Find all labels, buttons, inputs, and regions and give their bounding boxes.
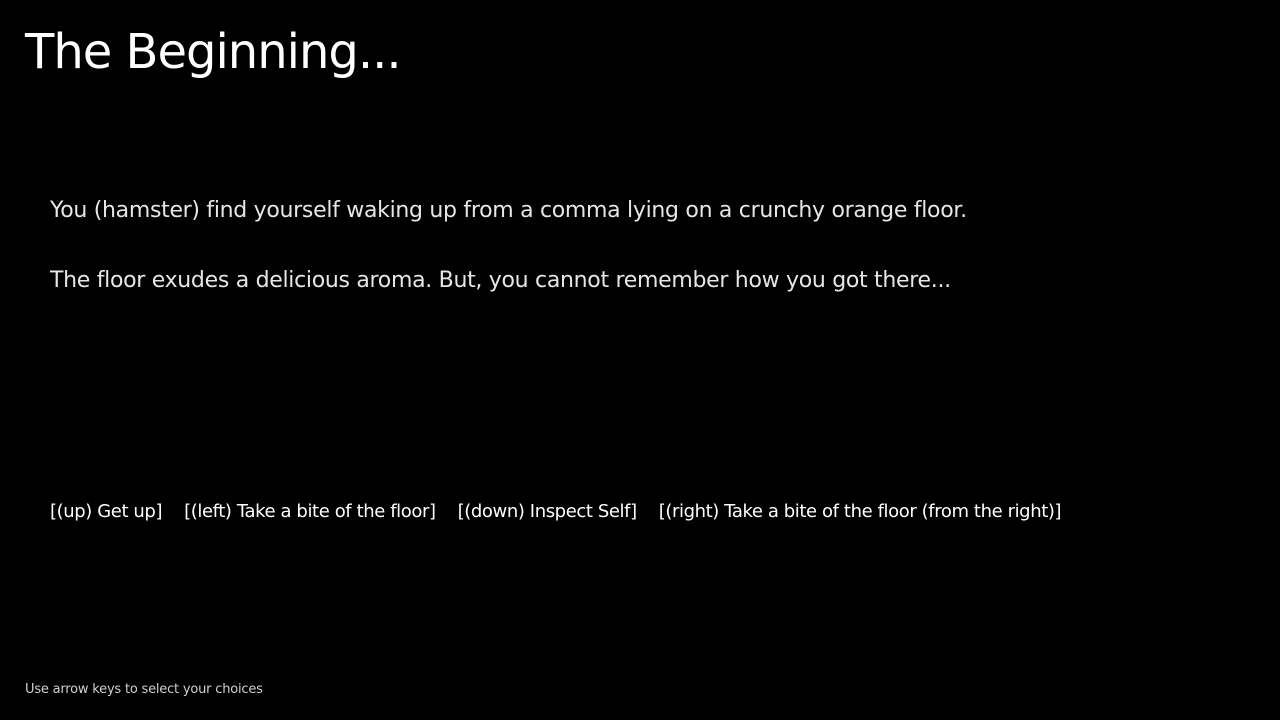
story-text: You (hamster) find yourself waking up fr… [50,196,1230,296]
story-paragraph: The floor exudes a delicious aroma. But,… [50,268,951,293]
choice-right[interactable]: [(right) Take a bite of the floor (from … [659,499,1062,525]
choice-left[interactable]: [(left) Take a bite of the floor] [184,499,436,525]
choice-up[interactable]: [(up) Get up] [50,499,162,525]
choice-list: [(up) Get up] [(left) Take a bite of the… [50,499,1062,525]
choice-down[interactable]: [(down) Inspect Self] [458,499,637,525]
controls-hint: Use arrow keys to select your choices [25,682,263,697]
story-paragraph: You (hamster) find yourself waking up fr… [50,198,967,223]
scene-title: The Beginning... [25,24,402,80]
